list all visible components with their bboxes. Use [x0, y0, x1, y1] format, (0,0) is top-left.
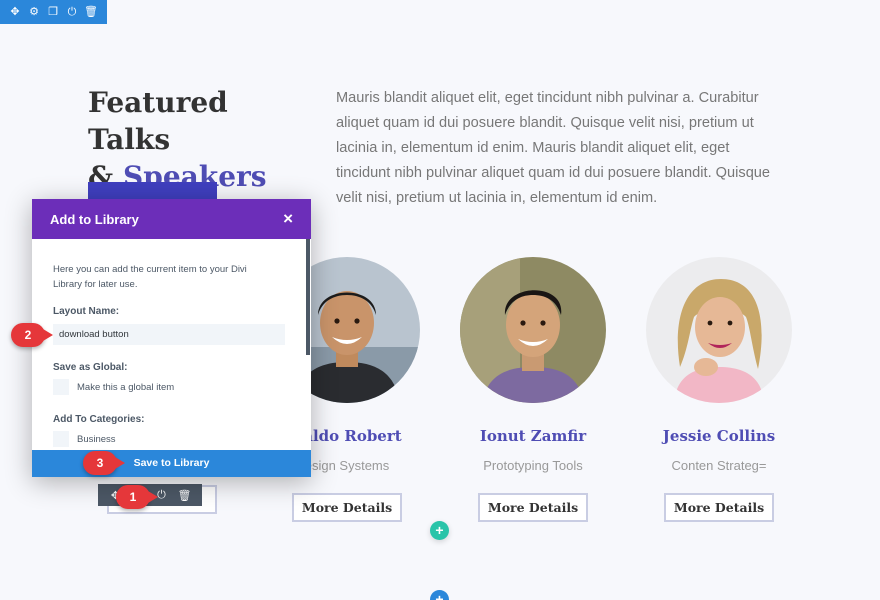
save-to-library-button[interactable]: Save to Library [32, 450, 311, 477]
add-to-library-modal: Add to Library × Here you can add the cu… [32, 199, 311, 477]
section-toolbar: ✥ ⚙ ❐ ⏻ 🗑 [0, 0, 107, 24]
power-icon[interactable]: ⏻ [65, 5, 79, 19]
speaker-card: Ionut Zamfir Prototyping Tools More Deta… [438, 257, 628, 522]
modal-description: Here you can add the current item to you… [53, 264, 247, 290]
category-checkbox[interactable] [53, 431, 69, 447]
categories-label: Add To Categories: [53, 414, 145, 425]
category-row: Business [53, 431, 290, 447]
trash-icon[interactable]: 🗑 [178, 489, 192, 502]
speaker-photo [460, 257, 606, 403]
move-icon[interactable]: ✥ [8, 5, 22, 19]
modal-body: Here you can add the current item to you… [32, 239, 311, 450]
step-badge: 1 [116, 485, 158, 509]
category-label: Business [77, 433, 116, 445]
global-checkbox-label: Make this a global item [77, 381, 175, 393]
trash-icon[interactable]: 🗑 [84, 5, 98, 19]
global-checkbox[interactable] [53, 379, 69, 395]
intro-text: Mauris blandit aliquet elit, eget tincid… [336, 90, 771, 206]
title-line1: Featured Talks [88, 86, 228, 156]
close-icon[interactable]: × [283, 209, 293, 229]
layout-name-label: Layout Name: [53, 306, 120, 317]
more-details-button[interactable]: More Details [664, 493, 774, 522]
add-row-icon[interactable]: + [430, 521, 449, 540]
more-details-button[interactable]: More Details [292, 493, 402, 522]
modal-title: Add to Library [50, 211, 139, 227]
layout-name-input[interactable] [53, 324, 285, 345]
save-as-global-label: Save as Global: [53, 362, 128, 373]
more-details-button[interactable]: More Details [478, 493, 588, 522]
speaker-role: Prototyping Tools [483, 458, 583, 473]
speaker-name: Jessie Collins [662, 427, 776, 445]
speaker-role: Conten Strateg= [671, 458, 767, 473]
global-checkbox-row: Make this a global item [53, 379, 290, 395]
modal-header: Add to Library × [32, 199, 311, 239]
step-badge: 3 [83, 451, 125, 475]
speaker-name: Ionut Zamfir [479, 427, 587, 445]
step-badge: 2 [11, 323, 53, 347]
add-section-icon[interactable]: + [430, 590, 449, 600]
scrollbar[interactable] [306, 239, 310, 355]
speaker-photo [646, 257, 792, 403]
duplicate-icon[interactable]: ❐ [46, 5, 60, 19]
gear-icon[interactable]: ⚙ [27, 5, 41, 19]
speaker-card: Jessie Collins Conten Strateg= More Deta… [624, 257, 814, 522]
page-title: Featured Talks & Speakers [88, 84, 318, 195]
